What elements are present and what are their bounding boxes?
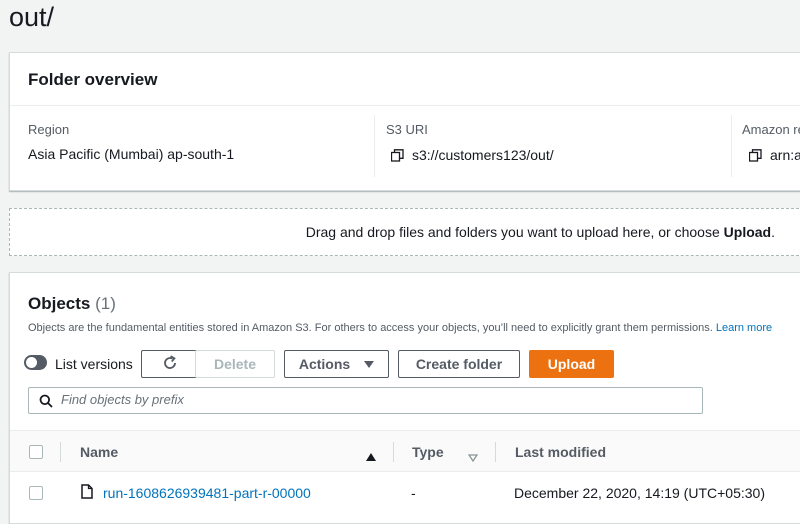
sort-ascending-icon[interactable] (366, 448, 376, 466)
folder-overview-heading: Folder overview (10, 53, 800, 106)
column-header-type[interactable]: Type (412, 444, 444, 460)
objects-panel: Objects (1) Objects are the fundamental … (9, 272, 800, 524)
search-icon (39, 394, 53, 413)
actions-label: Actions (298, 356, 351, 372)
toggle-knob (26, 357, 37, 368)
learn-more-link[interactable]: Learn more (716, 322, 772, 334)
s3-uri-section: S3 URI s3://customers123/out/ (375, 107, 731, 181)
object-type: - (411, 485, 416, 501)
upload-drop-zone[interactable]: Drag and drop files and folders you want… (9, 208, 800, 256)
copy-icon[interactable] (748, 149, 762, 162)
table-row[interactable]: run-1608626939481-part-r-00000 - Decembe… (10, 472, 800, 514)
column-divider (60, 442, 61, 462)
object-last-modified: December 22, 2020, 14:19 (UTC+05:30) (514, 485, 765, 501)
s3-uri-value: s3://customers123/out/ (390, 147, 554, 163)
objects-count: (1) (95, 294, 116, 313)
objects-description-text: Objects are the fundamental entities sto… (28, 322, 716, 334)
file-icon (81, 484, 93, 504)
select-all-checkbox[interactable] (29, 445, 43, 459)
drop-zone-period: . (771, 224, 775, 240)
actions-button[interactable]: Actions (284, 350, 389, 378)
refresh-button[interactable] (141, 350, 199, 378)
column-header-last-modified[interactable]: Last modified (515, 444, 606, 460)
drop-zone-upload-word: Upload (723, 224, 772, 240)
refresh-icon (162, 354, 178, 374)
delete-button[interactable]: Delete (195, 350, 275, 378)
arn-value: arn:aws:s3:::customers123/out/ (748, 147, 800, 163)
objects-heading: Objects (1) (28, 294, 116, 314)
search-input[interactable] (61, 392, 661, 407)
region-label: Region (28, 122, 70, 137)
objects-description: Objects are the fundamental entities sto… (28, 322, 772, 334)
column-divider (393, 442, 394, 462)
row-checkbox[interactable] (29, 486, 43, 500)
folder-overview-panel: Folder overview Region Asia Pacific (Mum… (9, 52, 800, 191)
create-folder-button[interactable]: Create folder (398, 350, 520, 378)
column-divider (495, 442, 496, 462)
caret-down-icon (364, 360, 375, 368)
arn-label: Amazon resource name (ARN) (742, 122, 800, 137)
upload-button[interactable]: Upload (529, 350, 614, 378)
search-box[interactable] (28, 387, 703, 414)
s3-uri-label: S3 URI (386, 122, 428, 137)
list-versions-label: List versions (55, 356, 133, 372)
list-versions-toggle[interactable] (24, 355, 47, 370)
column-header-name[interactable]: Name (80, 444, 118, 460)
drop-zone-text: Drag and drop files and folders you want… (305, 224, 724, 240)
objects-title: Objects (28, 294, 91, 313)
page-title: out/ (9, 2, 55, 32)
drop-zone-message: Drag and drop files and folders you want… (306, 224, 775, 240)
copy-icon[interactable] (390, 149, 404, 162)
sort-icon[interactable] (467, 449, 479, 467)
arn-section: Amazon resource name (ARN) arn:aws:s3:::… (732, 107, 800, 181)
region-section: Region Asia Pacific (Mumbai) ap-south-1 (10, 107, 374, 181)
s3-uri-text[interactable]: s3://customers123/out/ (412, 147, 554, 163)
object-name-link[interactable]: run-1608626939481-part-r-00000 (103, 485, 311, 501)
table-header: Name Type Last modified (10, 430, 800, 472)
region-value: Asia Pacific (Mumbai) ap-south-1 (28, 146, 235, 162)
arn-text[interactable]: arn:aws:s3:::customers123/out/ (770, 147, 800, 163)
